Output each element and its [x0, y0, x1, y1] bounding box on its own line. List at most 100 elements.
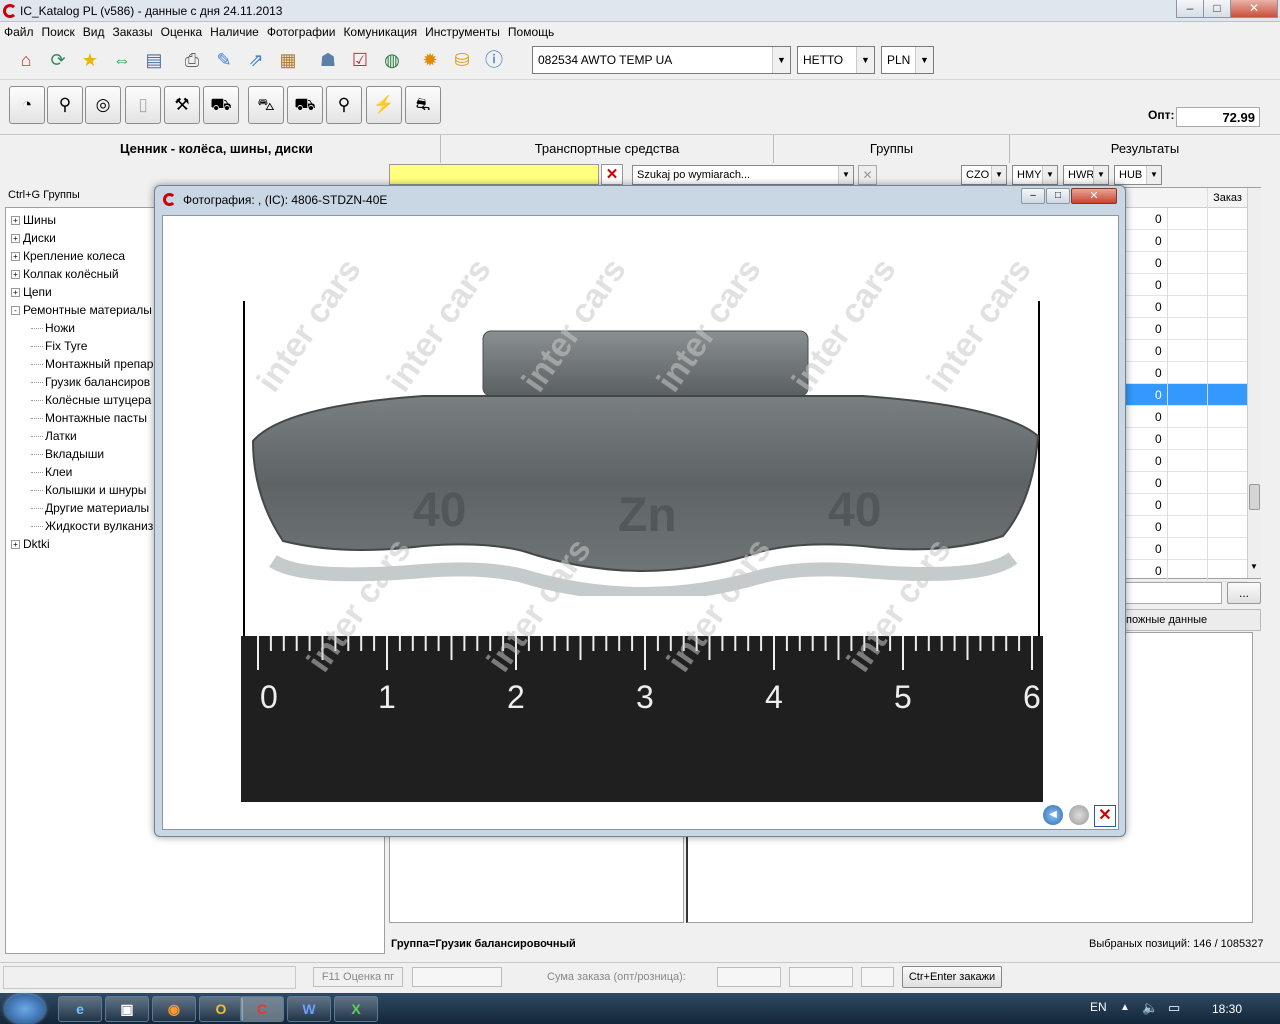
table-row[interactable]: 0	[1121, 516, 1247, 538]
ic-katalog-task-icon[interactable]: C	[240, 996, 284, 1022]
close-window-button[interactable]: ✕	[1230, 0, 1278, 18]
menu-item[interactable]: Комуникация	[339, 22, 421, 39]
calculator-icon[interactable]: ▤	[140, 46, 168, 74]
previous-photo-icon[interactable]: ◀	[1043, 805, 1063, 825]
expand-icon[interactable]: +	[11, 288, 20, 298]
info-icon[interactable]: ⓘ	[480, 46, 508, 74]
tab-groups[interactable]: Группы	[773, 135, 1009, 163]
menu-item[interactable]: Наличие	[206, 22, 263, 39]
table-row[interactable]: 0	[1121, 384, 1247, 406]
expand-icon[interactable]: +	[11, 540, 20, 550]
expand-icon[interactable]: +	[11, 216, 20, 226]
filter-input[interactable]	[389, 164, 599, 185]
ie-task-icon[interactable]: e	[58, 996, 102, 1022]
menu-item[interactable]: Вид	[79, 22, 109, 39]
chip-hwr[interactable]: HWR ▼	[1063, 165, 1109, 185]
maximize-button[interactable]: □	[1203, 0, 1231, 18]
scrollbar-thumb[interactable]	[1249, 484, 1260, 510]
clear-search-icon[interactable]: ✕	[858, 165, 877, 185]
part-button[interactable]: ⚡	[366, 86, 402, 124]
user-doc-icon[interactable]: ☗	[314, 46, 342, 74]
menu-item[interactable]: Поиск	[38, 22, 79, 39]
refresh-icon[interactable]: ⟳	[44, 46, 72, 74]
table-row[interactable]: 0	[1121, 406, 1247, 428]
chevron-down-icon[interactable]: ▼	[772, 47, 790, 73]
customer-select[interactable]: 082534 AWTO TEMP UA ▼	[532, 46, 791, 74]
menu-item[interactable]: Заказы	[109, 22, 157, 39]
doc-check-icon[interactable]: ☑	[346, 46, 374, 74]
network-icon[interactable]: ▭	[1168, 1000, 1180, 1016]
table-row[interactable]: 0	[1121, 318, 1247, 340]
ellipsis-button[interactable]: ...	[1227, 582, 1261, 604]
table-row[interactable]: 0	[1121, 450, 1247, 472]
menu-item[interactable]: Инструменты	[421, 22, 504, 39]
collapse-icon[interactable]: -	[11, 306, 20, 316]
table-row[interactable]: 0	[1121, 538, 1247, 560]
close-photo-icon[interactable]: ✕	[1094, 805, 1116, 827]
scooter-button[interactable]: ⚲	[326, 86, 362, 124]
volume-icon[interactable]: 🔈	[1142, 1000, 1158, 1016]
swap-arrows-icon[interactable]: ⇔	[108, 46, 136, 74]
edit-icon[interactable]: ✎	[210, 46, 238, 74]
minimize-button[interactable]: –	[1176, 0, 1204, 18]
tractor-button[interactable]: ⛐	[405, 86, 441, 124]
table-row[interactable]: 0	[1121, 340, 1247, 362]
currency-select[interactable]: PLN ▼	[881, 46, 934, 74]
chevron-down-icon[interactable]: ▼	[915, 47, 933, 73]
tools-button[interactable]: ⚒	[164, 86, 200, 124]
printer-icon[interactable]: ⎙	[178, 46, 206, 74]
clear-filter-icon[interactable]: ✕	[601, 164, 623, 185]
expand-icon[interactable]: +	[11, 252, 20, 262]
order-submit-button[interactable]: Ctr+Enter закажи	[902, 966, 1002, 988]
tire-rings-button[interactable]: ◎	[85, 86, 121, 124]
table-row[interactable]: 0	[1121, 428, 1247, 450]
expand-icon[interactable]: +	[11, 234, 20, 244]
excel-task-icon[interactable]: X	[334, 996, 378, 1022]
tab-vehicles[interactable]: Транспортные средства	[440, 135, 773, 163]
dimension-search-select[interactable]: Szukaj po wymiarach... ▼	[632, 165, 854, 185]
table-row[interactable]: 0	[1121, 230, 1247, 252]
tab-results[interactable]: Результаты	[1009, 135, 1280, 163]
chevron-down-icon[interactable]: ▼	[991, 166, 1006, 184]
save-task-icon[interactable]: ▣	[105, 996, 149, 1022]
f11-button[interactable]: F11 Оценка пг	[313, 967, 403, 987]
chip-hmy[interactable]: HMY ▼	[1012, 165, 1058, 185]
related-data-header[interactable]: пожные данные	[1122, 609, 1261, 631]
tray-arrow-icon[interactable]: ▲	[1120, 1002, 1130, 1013]
globe-icon[interactable]: ◍	[378, 46, 406, 74]
chevron-down-icon[interactable]: ▼	[1146, 166, 1161, 184]
grid-scrollbar[interactable]: ▼	[1247, 188, 1261, 578]
language-indicator[interactable]: EN	[1090, 1000, 1107, 1014]
chevron-down-icon[interactable]: ▼	[1042, 166, 1057, 184]
dialog-maximize-button[interactable]: □	[1046, 188, 1070, 204]
home-icon[interactable]: ⌂	[12, 46, 40, 74]
chevron-down-icon[interactable]: ▼	[838, 166, 853, 184]
stop-icon[interactable]	[1069, 805, 1089, 825]
table-row[interactable]: 0	[1121, 296, 1247, 318]
chevron-down-icon[interactable]: ▼	[856, 47, 874, 73]
firefox-task-icon[interactable]: ◉	[152, 996, 196, 1022]
car-button[interactable]: ⛍	[248, 86, 284, 124]
word-task-icon[interactable]: W	[287, 996, 331, 1022]
expand-icon[interactable]: +	[11, 270, 20, 280]
export-icon[interactable]: ⇗	[242, 46, 270, 74]
van-button[interactable]: ⛟	[287, 86, 323, 124]
truck-button[interactable]: ⛟	[203, 86, 239, 124]
settings-gears-icon[interactable]: ✹	[416, 46, 444, 74]
menu-item[interactable]: Файл	[0, 22, 38, 39]
table-row[interactable]: 0	[1121, 208, 1247, 230]
outlook-task-icon[interactable]: O	[199, 996, 243, 1022]
table-row[interactable]: 0	[1121, 274, 1247, 296]
scroll-down-icon[interactable]: ▼	[1250, 562, 1258, 571]
menu-item[interactable]: Оценка	[157, 22, 207, 39]
tires-view-button[interactable]: ◔	[9, 86, 45, 124]
moto-button[interactable]: ⚲	[47, 86, 83, 124]
menu-item[interactable]: Помощь	[504, 22, 558, 39]
table-row[interactable]: 0	[1121, 472, 1247, 494]
table-row[interactable]: 0	[1121, 362, 1247, 384]
start-button[interactable]	[5, 994, 45, 1024]
favorites-star-icon[interactable]: ★	[76, 46, 104, 74]
menu-item[interactable]: Фотографии	[263, 22, 340, 39]
chip-czo[interactable]: CZO ▼	[961, 165, 1007, 185]
table-row[interactable]: 0	[1121, 560, 1247, 582]
